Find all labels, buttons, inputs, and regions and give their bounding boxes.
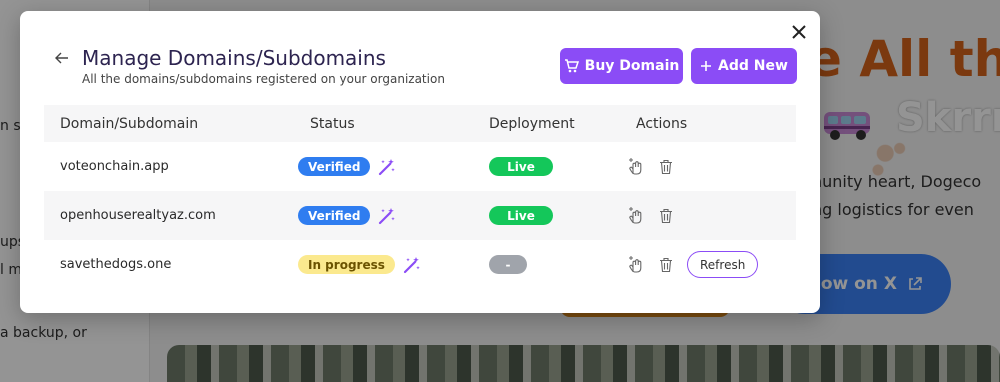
header-actions: Actions [636, 115, 688, 132]
add-new-button[interactable]: Add New [691, 48, 797, 84]
magic-wand-button[interactable] [403, 256, 421, 274]
magic-wand-icon [379, 158, 396, 175]
plus-icon [701, 61, 712, 71]
manage-domains-modal: Manage Domains/Subdomains All the domain… [20, 11, 820, 313]
buy-domain-button[interactable]: Buy Domain [560, 48, 683, 84]
actions-cell: Refresh [627, 251, 759, 278]
refresh-button[interactable]: Refresh [687, 251, 759, 278]
deployment-cell: - [489, 255, 527, 274]
magic-wand-button[interactable] [378, 207, 396, 225]
delete-button[interactable] [657, 256, 675, 274]
deploy-button[interactable] [627, 255, 645, 274]
modal-subtitle: All the domains/subdomains registered on… [82, 72, 445, 86]
add-new-label: Add New [718, 58, 788, 74]
deploy-button[interactable] [627, 157, 645, 176]
trash-icon [660, 159, 672, 174]
table-row: voteonchain.app Verified Live [44, 142, 796, 191]
deploy-button[interactable] [627, 206, 645, 225]
deployment-cell: Live [489, 206, 553, 225]
table-row: savethedogs.one In progress - Refresh [44, 240, 796, 289]
header-status: Status [310, 115, 355, 132]
trash-icon [660, 208, 672, 223]
delete-button[interactable] [657, 207, 675, 225]
trash-icon [660, 257, 672, 272]
cart-icon [564, 59, 579, 73]
status-cell: In progress [298, 255, 421, 274]
table-header: Domain/Subdomain Status Deployment Actio… [44, 105, 796, 142]
back-button[interactable] [52, 48, 72, 68]
domains-table: Domain/Subdomain Status Deployment Actio… [44, 105, 796, 289]
table-row: openhouserealtyaz.com Verified Live [44, 191, 796, 240]
deployment-badge: Live [489, 157, 553, 176]
magic-wand-icon [403, 256, 420, 273]
status-badge: Verified [298, 206, 371, 225]
deploy-hand-icon [629, 255, 642, 273]
status-badge: In progress [298, 255, 395, 274]
buy-domain-label: Buy Domain [584, 58, 680, 74]
back-arrow-icon [55, 52, 68, 64]
domain-name: openhouserealtyaz.com [60, 208, 216, 223]
status-cell: Verified [298, 206, 396, 225]
magic-wand-button[interactable] [378, 158, 396, 176]
deploy-hand-icon [629, 157, 642, 175]
close-icon [792, 25, 806, 39]
deployment-badge: Live [489, 206, 553, 225]
delete-button[interactable] [657, 158, 675, 176]
actions-cell [627, 157, 675, 176]
domain-name: savethedogs.one [60, 257, 172, 272]
deployment-cell: Live [489, 157, 553, 176]
domain-name: voteonchain.app [60, 159, 169, 174]
close-button[interactable] [788, 21, 810, 43]
header-domain: Domain/Subdomain [60, 115, 199, 132]
deploy-hand-icon [629, 206, 642, 224]
modal-title: Manage Domains/Subdomains [82, 46, 386, 70]
header-deployment: Deployment [489, 115, 575, 132]
magic-wand-icon [379, 207, 396, 224]
deployment-badge: - [489, 255, 527, 274]
status-badge: Verified [298, 157, 371, 176]
status-cell: Verified [298, 157, 396, 176]
actions-cell [627, 206, 675, 225]
